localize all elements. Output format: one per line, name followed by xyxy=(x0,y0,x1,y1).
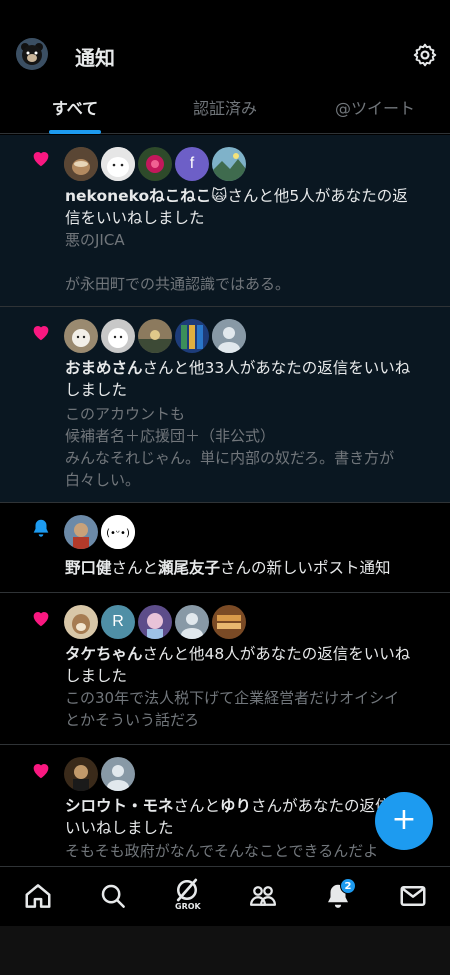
landscape-avatar-image xyxy=(212,147,246,181)
avatar-letter: f xyxy=(189,155,195,172)
heart-icon xyxy=(33,326,49,341)
avatar-group: R xyxy=(64,605,249,639)
flower-avatar-image xyxy=(138,147,172,181)
notification-text: nekonekoねこねこ🙀さんと他5人があなたの返 信をいいねしました xyxy=(65,187,408,227)
painting-avatar-image xyxy=(64,757,98,791)
profile-avatar[interactable] xyxy=(16,38,48,70)
page-title: 通知 xyxy=(75,46,115,70)
avatar[interactable] xyxy=(138,605,172,639)
default-avatar-image xyxy=(175,605,209,639)
avatar[interactable] xyxy=(64,605,98,639)
default-avatar-image xyxy=(212,319,246,353)
notification-item[interactable]: R タケちゃんさんと他48人があなたの返信をいいね しました この30年で法人税下… xyxy=(0,593,450,745)
avatar[interactable] xyxy=(138,319,172,353)
notification-text: おまめさんさんと他33人があなたの返信をいいね しました xyxy=(65,359,411,399)
avatar[interactable] xyxy=(212,319,246,353)
grok-label: GROK xyxy=(175,902,201,911)
avatar-group: f xyxy=(64,147,249,181)
face-text-avatar-image: (•ᵕ•) xyxy=(101,515,135,549)
tab-verified[interactable]: 認証済み xyxy=(175,90,275,134)
avatar[interactable] xyxy=(101,319,135,353)
sunset-avatar-image xyxy=(138,319,172,353)
avatar[interactable] xyxy=(212,147,246,181)
avatar[interactable] xyxy=(64,319,98,353)
avatar[interactable] xyxy=(101,147,135,181)
heart-icon xyxy=(33,152,49,167)
mountaineer-avatar-image xyxy=(64,515,98,549)
bell-icon xyxy=(33,519,49,537)
bear-avatar-image xyxy=(16,38,48,70)
avatar[interactable] xyxy=(212,605,246,639)
notification-item[interactable]: おまめさんさんと他33人があなたの返信をいいね しました このアカウントも 候補者… xyxy=(0,307,450,503)
notification-text: タケちゃんさんと他48人があなたの返信をいいね しました xyxy=(65,645,411,685)
quoted-reply: 悪のJICA が永田町での共通認識ではある。 xyxy=(65,231,291,293)
heart-icon xyxy=(33,612,49,627)
search-icon[interactable] xyxy=(98,881,128,911)
avatar-group: (•ᵕ•) xyxy=(64,515,138,549)
dog-avatar-image xyxy=(64,605,98,639)
avatar[interactable]: f xyxy=(175,147,209,181)
tab-all[interactable]: すべて xyxy=(25,90,125,134)
compose-button[interactable]: + xyxy=(375,792,433,850)
stained-glass-avatar-image xyxy=(175,319,209,353)
avatar[interactable] xyxy=(175,605,209,639)
heart-icon xyxy=(33,764,49,779)
default-avatar-image xyxy=(101,757,135,791)
avatar-group xyxy=(64,319,249,353)
gear-icon[interactable] xyxy=(412,42,438,68)
actor-name: タケちゃん xyxy=(65,645,143,663)
actor-name: 野口健 xyxy=(65,559,112,577)
actor-name: シロウト・モネ xyxy=(65,797,174,815)
quoted-reply: このアカウントも 候補者名＋応援団＋（非公式） みんなそれじゃん。単に内部の奴だ… xyxy=(65,405,395,489)
grok-icon[interactable] xyxy=(172,875,202,905)
actor-name: ゆり xyxy=(220,797,252,815)
communities-icon[interactable] xyxy=(248,881,278,911)
food-avatar-image xyxy=(212,605,246,639)
avatar[interactable] xyxy=(64,147,98,181)
tab-mentions[interactable]: @ツイート xyxy=(325,90,425,134)
avatar-letter: R xyxy=(112,613,124,630)
compose-plus-icon: + xyxy=(391,802,417,837)
avatar[interactable] xyxy=(101,757,135,791)
actor-name: nekonekoねこねこ xyxy=(65,187,212,205)
white-animal-avatar-image xyxy=(101,147,135,181)
svg-text:(•ᵕ•): (•ᵕ•) xyxy=(106,528,130,539)
notification-item[interactable]: f nekonekoねこねこ🙀さんと他5人があなたの返 信をいいねしました 悪のJ… xyxy=(0,135,450,307)
actor-emoji: 🙀 xyxy=(211,187,228,205)
white-dog-avatar-image xyxy=(101,319,135,353)
actor-name: 瀬尾友子 xyxy=(158,559,221,577)
notification-item[interactable]: (•ᵕ•) 野口健さんと瀬尾友子さんの新しいポスト通知 xyxy=(0,503,450,593)
notification-tabs: すべて 認証済み @ツイート xyxy=(0,90,450,134)
avatar[interactable] xyxy=(64,757,98,791)
active-tab-indicator xyxy=(49,130,101,134)
avatar[interactable]: R xyxy=(101,605,135,639)
avatar[interactable] xyxy=(175,319,209,353)
bottom-nav xyxy=(0,866,450,926)
avatar[interactable] xyxy=(138,147,172,181)
notification-badge: 2 xyxy=(340,878,356,894)
coffee-avatar-image xyxy=(64,147,98,181)
messages-icon[interactable] xyxy=(398,881,428,911)
anime-avatar-image xyxy=(138,605,172,639)
app-header: 通知 xyxy=(0,0,450,90)
home-icon[interactable] xyxy=(23,881,53,911)
dog-avatar-image xyxy=(64,319,98,353)
avatar-group xyxy=(64,757,138,791)
notification-text: 野口健さんと瀬尾友子さんの新しいポスト通知 xyxy=(65,559,391,577)
quoted-reply: この30年で法人税下げて企業経営者だけオイシイ とかそういう話だろ xyxy=(65,689,400,729)
actor-name: おまめさん xyxy=(65,359,143,377)
avatar[interactable] xyxy=(64,515,98,549)
system-navigation-area xyxy=(0,926,450,975)
avatar[interactable]: (•ᵕ•) xyxy=(101,515,135,549)
